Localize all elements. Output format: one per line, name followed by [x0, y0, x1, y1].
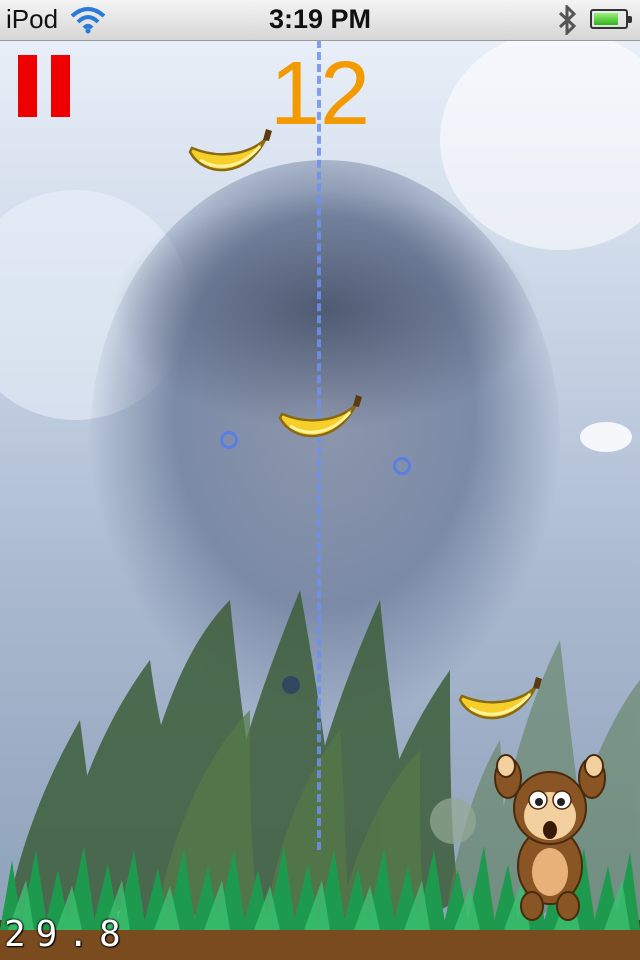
clock-time: 3:19 PM — [268, 4, 372, 34]
bluetooth-icon — [558, 5, 577, 35]
monkey-character — [494, 754, 606, 921]
score-counter: 12 — [269, 44, 371, 144]
background-light-blob — [580, 422, 632, 452]
time-remaining: 29.8 — [4, 914, 131, 955]
status-bar: iPod 3:19 PM — [0, 0, 640, 41]
background-light-blob — [440, 40, 640, 250]
battery-level — [594, 13, 618, 25]
battery-icon — [590, 9, 632, 29]
tracking-dot — [220, 431, 238, 449]
tracking-dot — [393, 457, 411, 475]
tracking-dot — [282, 676, 300, 694]
banana-icon — [458, 677, 542, 720]
banana-icon — [278, 395, 362, 438]
